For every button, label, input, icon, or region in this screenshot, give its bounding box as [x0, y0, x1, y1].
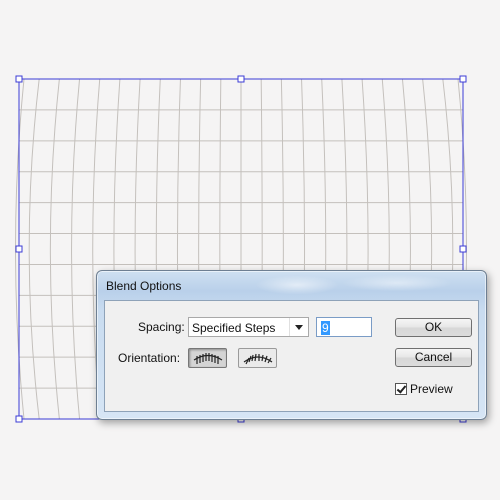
spacing-dropdown[interactable]: Specified Steps — [188, 317, 309, 337]
grid-line-vertical — [28, 78, 40, 420]
cancel-button[interactable]: Cancel — [395, 348, 472, 367]
selection-handle[interactable] — [15, 415, 23, 423]
steps-input[interactable]: 9 — [316, 317, 372, 337]
align-to-page-icon — [193, 353, 223, 364]
align-to-path-button[interactable] — [238, 348, 277, 368]
selection-handle[interactable] — [15, 245, 23, 253]
grid-line-vertical — [49, 78, 60, 420]
selection-handle[interactable] — [459, 75, 467, 83]
ok-button[interactable]: OK — [395, 318, 472, 337]
dialog-titlebar[interactable]: Blend Options — [97, 271, 486, 299]
selection-handle[interactable] — [15, 75, 23, 83]
align-to-page-button[interactable] — [188, 348, 227, 368]
spacing-value: Specified Steps — [192, 321, 276, 335]
orientation-label: Orientation: — [118, 351, 181, 365]
grid-line-vertical — [71, 78, 81, 420]
dialog-title: Blend Options — [106, 279, 182, 293]
preview-label[interactable]: Preview — [410, 382, 453, 396]
spacing-label: Spacing: — [138, 320, 185, 334]
preview-checkbox[interactable] — [395, 383, 407, 395]
dialog-body: Spacing: Specified Steps 9 OK Cancel Ori… — [104, 300, 479, 412]
chevron-down-icon[interactable] — [289, 318, 308, 336]
artwork-canvas[interactable] — [0, 0, 500, 500]
blend-options-dialog: Blend Options Spacing: Specified Steps 9… — [96, 270, 487, 420]
selection-handle[interactable] — [459, 245, 467, 253]
selection-handle[interactable] — [237, 75, 245, 83]
steps-value: 9 — [321, 321, 330, 335]
align-to-path-icon — [243, 353, 273, 365]
